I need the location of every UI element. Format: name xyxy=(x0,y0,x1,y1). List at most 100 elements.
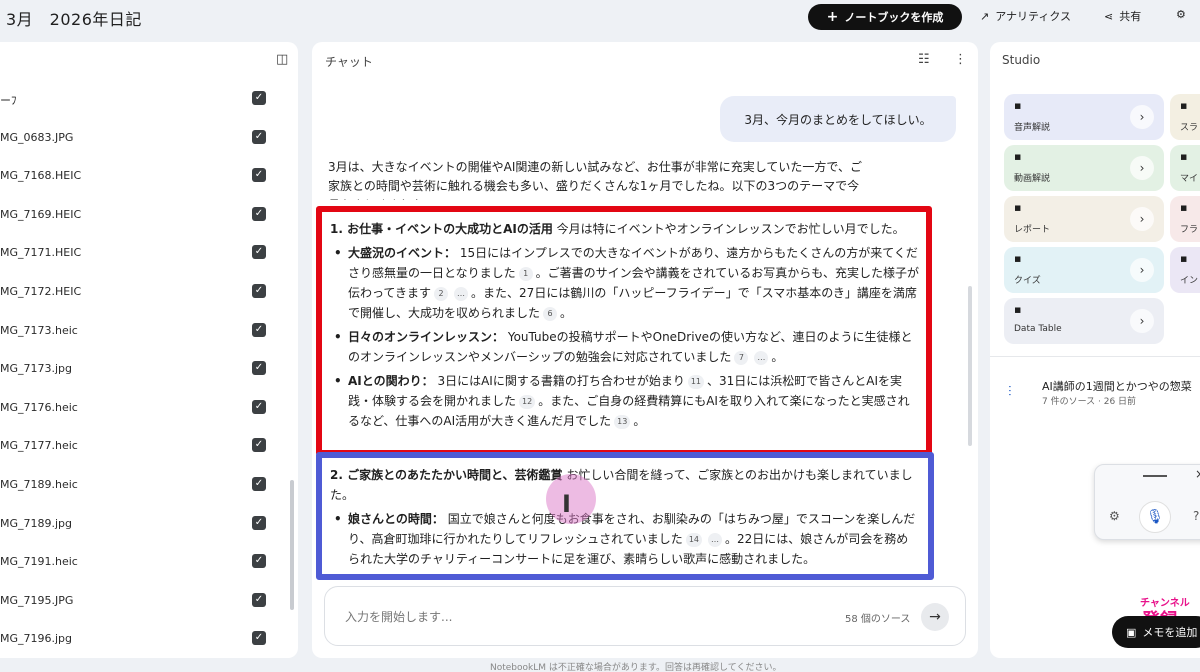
source-item[interactable]: ーﾌ ✓ xyxy=(0,90,280,110)
source-checkbox[interactable]: ✓ xyxy=(252,284,266,298)
chevron-right-icon[interactable]: › xyxy=(1130,156,1154,180)
citation-more-chip[interactable]: … xyxy=(708,532,722,547)
add-memo-button[interactable]: ▣ メモを追加 xyxy=(1112,616,1200,648)
source-checkbox[interactable]: ✓ xyxy=(252,592,266,607)
chevron-right-icon[interactable]: › xyxy=(1130,309,1154,333)
chevron-right-icon[interactable]: › xyxy=(1130,207,1154,231)
source-checkbox[interactable]: ✓ xyxy=(252,554,266,569)
section-family: 2. ご家族とのあたたかい時間と、芸術鑑賞 お忙しい合間を縫って、ご家族とのお出… xyxy=(330,465,920,569)
quiz-icon: ▪ xyxy=(1014,252,1022,265)
bullet-event-text: 。 xyxy=(560,306,573,320)
source-item[interactable]: MG_7189.jpg ✓ xyxy=(0,515,280,535)
create-notebook-button[interactable]: + ノートブックを作成 xyxy=(808,4,962,30)
tile-icon: ▪ xyxy=(1180,150,1188,163)
trend-icon: ↗ xyxy=(980,9,990,23)
help-icon[interactable]: ? xyxy=(1193,509,1199,523)
create-notebook-label: ノートブックを作成 xyxy=(844,11,944,24)
studio-tile[interactable]: ▪ Data Table › xyxy=(1004,298,1164,344)
source-name: MG_7173.heic xyxy=(0,323,78,337)
source-item[interactable]: MG_7195.JPG ✓ xyxy=(0,592,280,612)
source-item[interactable]: MG_0683.JPG ✓ xyxy=(0,129,280,149)
microphone-button[interactable]: 🎙 xyxy=(1139,501,1171,533)
chat-input-bar[interactable]: 入力を開始します... 58 個のソース → xyxy=(324,586,966,646)
citation-chip[interactable]: 2 xyxy=(434,286,449,301)
source-checkbox[interactable]: ✓ xyxy=(252,91,266,105)
user-message: 3月、今月のまとめをしてほしい。 xyxy=(720,96,956,142)
citation-chip[interactable]: 11 xyxy=(687,374,705,389)
source-checkbox[interactable]: ✓ xyxy=(252,515,266,530)
citation-chip[interactable]: 14 xyxy=(685,532,702,547)
source-checkbox[interactable]: ✓ xyxy=(252,245,266,260)
citation-chip[interactable]: 7 xyxy=(734,350,749,365)
source-item[interactable]: MG_7172.HEIC ✓ xyxy=(0,283,280,303)
studio-tile-partial[interactable]: ▪ マイ xyxy=(1170,145,1200,191)
chat-scrollbar[interactable] xyxy=(968,286,972,446)
source-item[interactable]: MG_7171.HEIC ✓ xyxy=(0,244,280,264)
source-checkbox[interactable]: ✓ xyxy=(252,129,266,144)
sources-scrollbar[interactable] xyxy=(290,480,294,610)
source-name: MG_7195.JPG xyxy=(0,593,74,607)
more-vert-icon[interactable]: ⋮ xyxy=(954,52,967,67)
source-checkbox[interactable]: ✓ xyxy=(252,322,266,337)
bullet-ai-text: 。 xyxy=(633,414,646,428)
gear-icon[interactable]: ⚙ xyxy=(1109,509,1120,523)
analytics-button[interactable]: ↗ アナリティクス xyxy=(980,8,1071,24)
studio-tile-label: イン xyxy=(1180,276,1199,286)
source-item[interactable]: MG_7191.heic ✓ xyxy=(0,553,280,573)
source-item[interactable]: MG_7196.jpg ✓ xyxy=(0,630,280,650)
source-name: MG_7176.heic xyxy=(0,400,78,414)
chat-input-placeholder[interactable]: 入力を開始します... xyxy=(345,608,452,625)
settings-button[interactable]: ⚙ xyxy=(1176,8,1186,21)
studio-tile-partial[interactable]: ▪ イン xyxy=(1170,247,1200,293)
source-item[interactable]: MG_7168.HEIC ✓ xyxy=(0,167,280,187)
section-work-heading: 1. お仕事・イベントの大成功とAIの活用 xyxy=(330,222,553,236)
studio-tile[interactable]: ▪ レポート › xyxy=(1004,196,1164,242)
studio-tile[interactable]: ▪ 音声解説 › xyxy=(1004,94,1164,140)
source-item[interactable]: MG_7176.heic ✓ xyxy=(0,399,280,419)
studio-tile[interactable]: ▪ クイズ › xyxy=(1004,247,1164,293)
chevron-right-icon[interactable]: › xyxy=(1130,105,1154,129)
source-checkbox[interactable]: ✓ xyxy=(252,168,266,183)
studio-panel: Studio ▪ 音声解説 › ▪ 動画解説 › ▪ レポート › ▪ クイズ › ▪ Data Tabl… xyxy=(990,42,1200,658)
studio-tile[interactable]: ▪ 動画解説 › xyxy=(1004,145,1164,191)
arrow-right-icon: → xyxy=(929,609,941,625)
source-item[interactable]: MG_7177.heic ✓ xyxy=(0,437,280,457)
studio-tile-label: 動画解説 xyxy=(1014,174,1051,184)
tune-icon[interactable]: ☷ xyxy=(918,52,930,67)
user-message-text: 3月、今月のまとめをしてほしい。 xyxy=(744,112,932,127)
source-checkbox[interactable]: ✓ xyxy=(252,631,266,646)
source-item[interactable]: MG_7169.HEIC ✓ xyxy=(0,206,280,226)
cursor-highlight xyxy=(546,474,596,524)
chat-panel: チャット ☷ ⋮ 3月、今月のまとめをしてほしい。 3月は、大きなイベントの開催… xyxy=(312,42,978,658)
source-item[interactable]: MG_7173.jpg ✓ xyxy=(0,360,280,380)
studio-tile-partial[interactable]: ▪ フラ xyxy=(1170,196,1200,242)
citation-chip[interactable]: 1 xyxy=(518,266,533,281)
source-checkbox[interactable]: ✓ xyxy=(252,438,266,453)
send-button[interactable]: → xyxy=(921,603,949,631)
citation-more-chip[interactable]: … xyxy=(454,286,469,301)
drag-handle[interactable] xyxy=(1143,475,1167,477)
audio-wave-icon: ▪ xyxy=(1014,99,1022,112)
highlight-box-red: 1. お仕事・イベントの大成功とAIの活用 今月は特にイベントやオンラインレッス… xyxy=(316,206,932,456)
report-icon: ▪ xyxy=(1014,201,1022,214)
collapse-panel-icon[interactable]: ◫ xyxy=(276,52,288,67)
chevron-right-icon[interactable]: › xyxy=(1130,258,1154,282)
studio-tile-partial[interactable]: ▪ スラ xyxy=(1170,94,1200,140)
source-checkbox[interactable]: ✓ xyxy=(252,361,266,376)
source-item[interactable]: MG_7173.heic ✓ xyxy=(0,322,280,342)
note-add-icon: ▣ xyxy=(1126,625,1137,639)
top-bar: 3月 2026年日記 + ノートブックを作成 ↗ アナリティクス ⋖ 共有 ⚙ xyxy=(0,0,1200,36)
source-checkbox[interactable]: ✓ xyxy=(252,206,266,221)
close-icon[interactable]: × xyxy=(1195,467,1200,481)
citation-chip[interactable]: 6 xyxy=(543,306,558,321)
source-item[interactable]: MG_7189.heic ✓ xyxy=(0,476,280,496)
citation-more-chip[interactable]: … xyxy=(754,350,769,365)
citation-chip[interactable]: 12 xyxy=(519,394,536,409)
voice-widget[interactable]: × ⚙ 🎙 ? xyxy=(1094,464,1200,540)
share-button[interactable]: ⋖ 共有 xyxy=(1104,8,1141,24)
source-checkbox[interactable]: ✓ xyxy=(252,477,266,491)
source-checkbox[interactable]: ✓ xyxy=(252,399,266,414)
citation-chip[interactable]: 13 xyxy=(614,414,631,429)
notebook-title[interactable]: 3月 2026年日記 xyxy=(6,6,142,30)
audio-wave-icon: ⫶ xyxy=(1008,384,1012,400)
